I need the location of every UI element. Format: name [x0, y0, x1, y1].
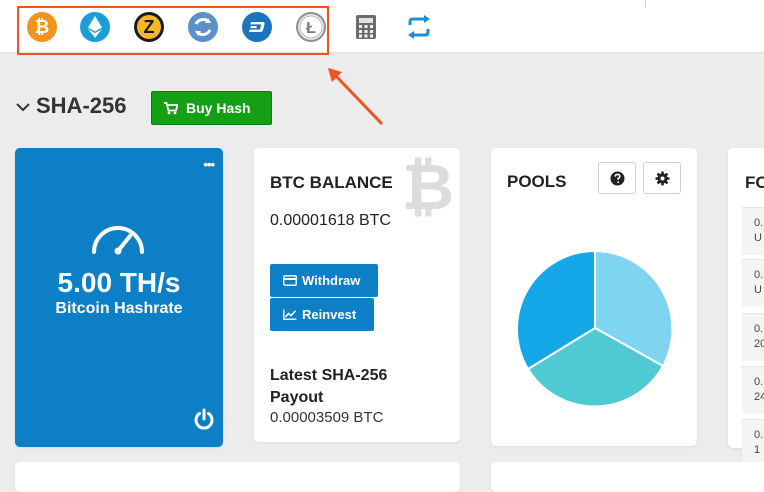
list-item-sub: 1 [754, 444, 761, 456]
speedometer-icon [92, 226, 144, 255]
balance-title: BTC BALANCE [270, 173, 393, 192]
power-icon[interactable] [193, 408, 215, 430]
list-item: 0. U [742, 207, 764, 255]
bottom-card-right [491, 462, 764, 492]
list-item: 0. U [742, 259, 764, 307]
svg-text:₿: ₿ [35, 17, 50, 37]
list-item: 0. 1 [742, 419, 764, 467]
line-chart-icon [283, 309, 297, 320]
list-item-sub: U [754, 284, 762, 296]
list-item-value: 0. [754, 429, 764, 441]
coin-selector-highlight [17, 6, 329, 55]
bitcoin-watermark-icon: ₿ [404, 153, 452, 219]
withdraw-button[interactable]: Withdraw [270, 264, 378, 297]
latest-payout-title: Latest SHA-256 Payout [270, 367, 388, 406]
balance-amount: 0.00001618 BTC [270, 212, 391, 229]
card-menu-icon[interactable]: ••• [203, 158, 215, 171]
credit-card-icon [283, 275, 297, 286]
list-item: 0. 20 [742, 313, 764, 361]
topbar-divider [645, 0, 646, 8]
gear-icon [655, 171, 670, 186]
svg-text:₿: ₿ [404, 153, 452, 219]
list-item-value: 0. [754, 376, 764, 388]
bottom-card-left [15, 462, 460, 492]
list-item-sub: 20 [754, 338, 764, 350]
settings-button[interactable] [643, 162, 681, 194]
buy-hash-label: Buy Hash [186, 100, 251, 116]
litecoin-icon[interactable]: Ł [296, 12, 326, 42]
zcash-icon[interactable]: Z [134, 12, 164, 42]
svg-text:Ł: Ł [306, 20, 316, 37]
pools-card: POOLS [491, 148, 697, 446]
list-item-value: 0. [754, 323, 764, 335]
list-item: 0. 24 [742, 366, 764, 414]
latest-payout-amount: 0.00003509 BTC [270, 409, 384, 426]
bitcoin-icon[interactable]: ₿ [27, 12, 57, 42]
exchange-arrows-icon[interactable] [405, 13, 433, 41]
right-partial-card: FO 0. U 0. U 0. 20 0. 24 0. 1 [728, 148, 764, 467]
refresh-coin-icon[interactable] [188, 12, 218, 42]
hashrate-label: Bitcoin Hashrate [55, 300, 183, 317]
section-title: SHA-256 [36, 93, 127, 118]
question-circle-icon [610, 171, 625, 186]
pools-pie-chart [517, 249, 673, 407]
ethereum-icon[interactable] [80, 12, 110, 42]
reinvest-button[interactable]: Reinvest [270, 298, 374, 331]
list-item-sub: 24 [754, 391, 764, 403]
annotation-arrow [328, 68, 384, 126]
svg-text:Z: Z [144, 17, 155, 37]
help-button[interactable] [598, 162, 636, 194]
btc-balance-card: ₿ BTC BALANCE 0.00001618 BTC Withdraw Re… [254, 148, 460, 442]
chevron-down-icon[interactable] [14, 98, 32, 116]
calculator-icon[interactable] [352, 13, 380, 41]
list-item-value: 0. [754, 217, 764, 229]
reinvest-label: Reinvest [302, 307, 357, 322]
list-item-value: 0. [754, 269, 764, 281]
pools-title: POOLS [507, 172, 567, 191]
dash-icon[interactable] [242, 12, 272, 42]
list-item-sub: U [754, 232, 762, 244]
right-card-title: FO [745, 173, 764, 192]
buy-hash-button[interactable]: Buy Hash [151, 91, 272, 125]
hashrate-card: ••• 5.00 TH/s Bitcoin Hashrate [15, 148, 223, 447]
withdraw-label: Withdraw [302, 273, 361, 288]
hashrate-value: 5.00 TH/s [57, 267, 181, 298]
cart-icon [164, 102, 178, 115]
